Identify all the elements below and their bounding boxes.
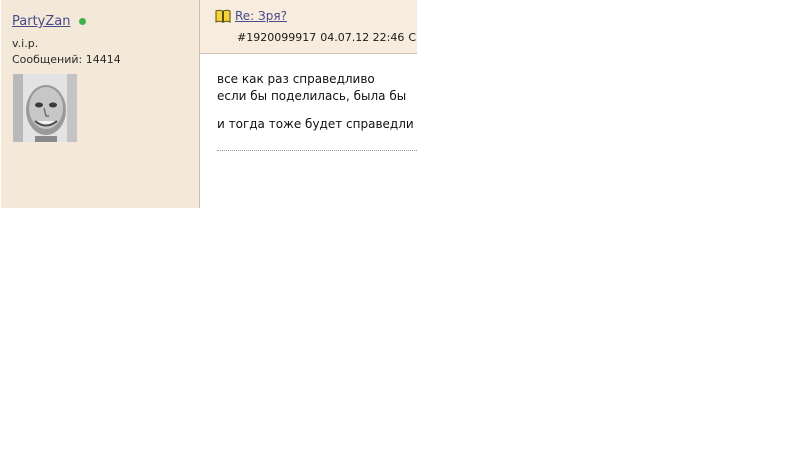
post-header: Re: Зря? #1920099917 04.07.12 22:46 С bbox=[200, 0, 417, 54]
author-username-link[interactable]: PartyZan bbox=[12, 14, 70, 29]
avatar-image bbox=[13, 74, 77, 142]
post-separator bbox=[217, 150, 417, 151]
avatar[interactable] bbox=[13, 74, 77, 142]
post-meta-trailing: С bbox=[408, 31, 417, 44]
post-body-line: все как раз справедливо bbox=[217, 72, 375, 86]
author-message-count: Сообщений: 14414 bbox=[12, 53, 121, 66]
post-number[interactable]: #1920099917 bbox=[237, 31, 316, 44]
author-panel: PartyZan v.i.p. Сообщений: 14414 bbox=[1, 0, 200, 208]
post-body-line: если бы поделилась, была бы bbox=[217, 89, 407, 103]
post-body: все как раз справедливо если бы поделила… bbox=[217, 71, 414, 133]
author-rank: v.i.p. bbox=[12, 37, 39, 50]
post-body-line: и тогда тоже будет справедли bbox=[217, 117, 414, 131]
post-title-link[interactable]: Re: Зря? bbox=[235, 9, 287, 23]
post-title-row: Re: Зря? bbox=[215, 9, 287, 23]
post-content: Re: Зря? #1920099917 04.07.12 22:46 С все … bbox=[200, 0, 417, 208]
book-icon bbox=[215, 9, 231, 23]
author-name-row: PartyZan bbox=[12, 14, 87, 29]
post-meta: #1920099917 04.07.12 22:46 С bbox=[237, 31, 417, 44]
forum-post: PartyZan v.i.p. Сообщений: 14414 Re: Зря… bbox=[0, 0, 417, 208]
post-datetime: 04.07.12 22:46 bbox=[320, 31, 405, 44]
online-status-icon bbox=[79, 18, 87, 25]
